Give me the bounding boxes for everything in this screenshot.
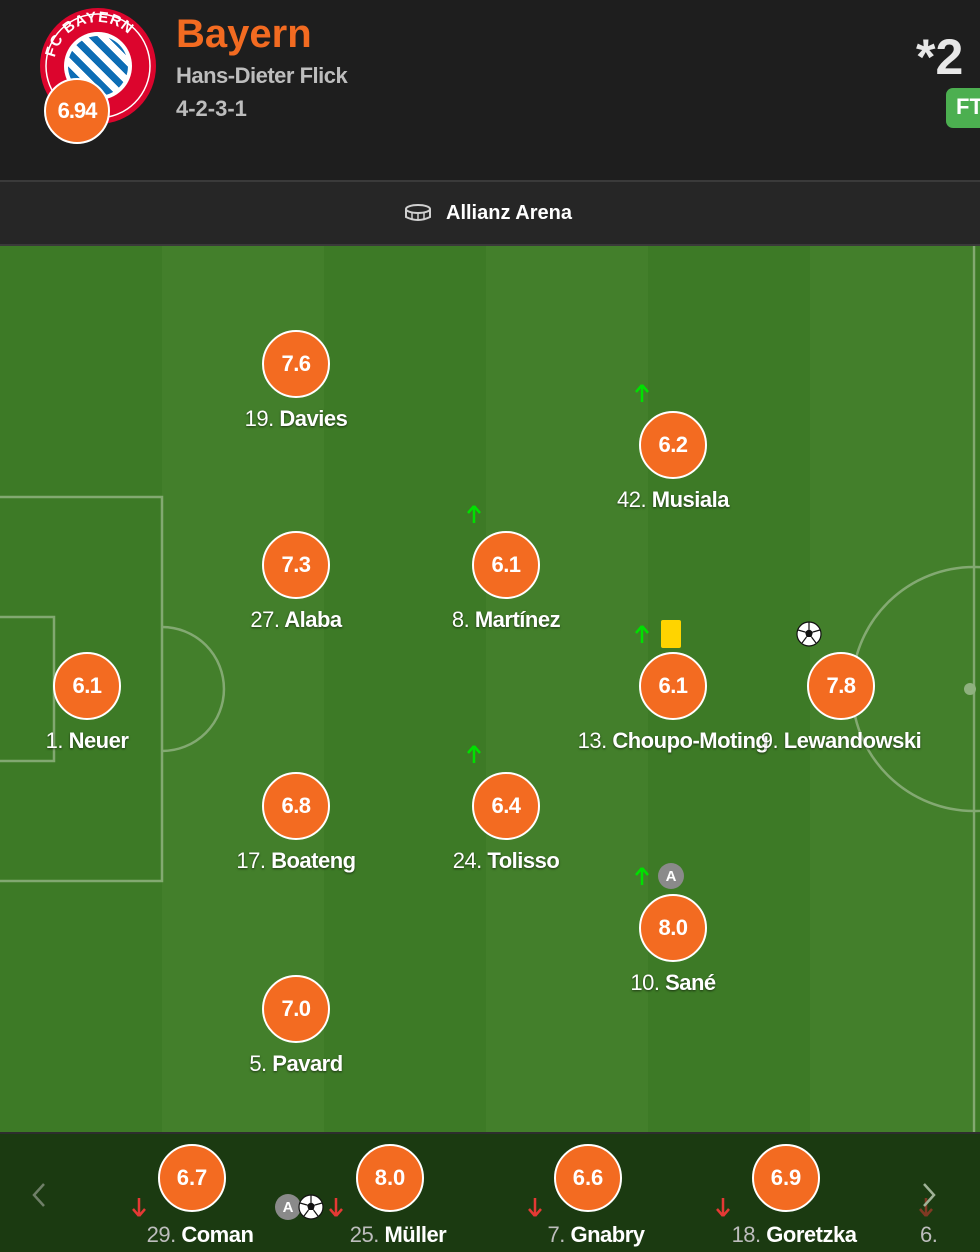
player-label: 29. Coman <box>146 1222 254 1247</box>
goal-ball-icon <box>796 621 822 647</box>
team-name[interactable]: Bayern <box>176 12 312 57</box>
sub-on-arrow-icon <box>132 1198 146 1217</box>
player-label: 7. Gnabry <box>547 1222 645 1247</box>
player-rating: 7.0 <box>262 975 330 1043</box>
player-label: 42. Musiala <box>617 487 729 512</box>
player-alaba[interactable]: 7.3 27. Alaba <box>196 531 396 641</box>
player-label: 9. Lewandowski <box>760 728 922 753</box>
score: *2 : <box>916 29 980 85</box>
player-rating: 8.0 <box>356 1144 424 1212</box>
player-martinez[interactable]: 6.1 8. Martínez <box>406 531 606 641</box>
sub-off-arrow-icon <box>635 625 649 643</box>
player-rating: 6.1 <box>639 652 707 720</box>
sub-off-arrow-icon <box>635 867 649 885</box>
chevron-right-icon[interactable] <box>916 1180 942 1210</box>
player-rating: 6.6 <box>554 1144 622 1212</box>
stadium-icon <box>405 204 431 221</box>
sub-muller[interactable]: 8.0 25. Müller <box>298 1134 498 1252</box>
player-label: 18. Goretzka <box>731 1222 857 1247</box>
team-average-rating: 6.94 <box>44 78 110 144</box>
player-rating: 7.6 <box>262 330 330 398</box>
player-rating: 6.1 <box>53 652 121 720</box>
player-rating: 6.8 <box>262 772 330 840</box>
coach-name[interactable]: Hans-Dieter Flick <box>176 63 348 89</box>
goal-ball-icon <box>298 1194 324 1220</box>
player-rating: 7.8 <box>807 652 875 720</box>
player-label: 27. Alaba <box>250 607 342 632</box>
player-rating: 8.0 <box>639 894 707 962</box>
player-sane[interactable]: 8.0 10. Sané <box>573 894 773 1004</box>
player-rating: 6.1 <box>472 531 540 599</box>
player-rating: 6.2 <box>639 411 707 479</box>
yellow-card-icon <box>661 620 681 648</box>
player-label: 17. Boateng <box>236 848 356 873</box>
sub-on-arrow-icon <box>329 1198 343 1217</box>
sub-off-arrow-icon <box>467 505 481 523</box>
venue-bar: Allianz Arena <box>0 180 980 246</box>
chevron-left-icon[interactable] <box>26 1180 52 1210</box>
pitch: 6.1 1. Neuer 7.6 19. Davies 7.3 27. Alab… <box>0 246 980 1132</box>
player-label: 5. Pavard <box>249 1051 343 1076</box>
player-label: 25. Müller <box>349 1222 447 1247</box>
team-header: FC BAYERN 6.94 Bayern Hans-Dieter Flick … <box>0 0 980 180</box>
sub-off-arrow-icon <box>467 745 481 763</box>
player-label: 24. Tolisso <box>452 848 560 873</box>
player-label: 1. Neuer <box>45 728 129 753</box>
formation: 4-2-3-1 <box>176 96 247 121</box>
player-rating: 6.4 <box>472 772 540 840</box>
sub-coman[interactable]: 6.7 29. Coman <box>100 1134 300 1252</box>
sub-on-arrow-icon <box>716 1198 730 1217</box>
player-boateng[interactable]: 6.8 17. Boateng <box>196 772 396 882</box>
sub-gnabry[interactable]: 6.6 7. Gnabry <box>496 1134 696 1252</box>
captain-badge-icon: A <box>658 863 684 889</box>
player-pavard[interactable]: 7.0 5. Pavard <box>196 975 396 1085</box>
player-label: 19. Davies <box>244 406 348 431</box>
player-neuer[interactable]: 6.1 1. Neuer <box>0 652 187 762</box>
player-rating: 6.7 <box>158 1144 226 1212</box>
sub-off-arrow-icon <box>635 384 649 402</box>
substitutes-bench: 6.7 29. Coman 8.0 25. Müller A 6.6 7. Gn… <box>0 1132 980 1252</box>
player-rating: 7.3 <box>262 531 330 599</box>
player-label: 8. Martínez <box>451 607 561 632</box>
player-rating: 6.9 <box>752 1144 820 1212</box>
match-status-badge: FT <box>946 88 980 128</box>
venue-name[interactable]: Allianz Arena <box>446 202 572 225</box>
sub-goretzka[interactable]: 6.9 18. Goretzka <box>694 1134 894 1252</box>
player-tolisso[interactable]: 6.4 24. Tolisso <box>406 772 606 882</box>
player-davies[interactable]: 7.6 19. Davies <box>196 330 396 440</box>
player-lewandowski[interactable]: 7.8 9. Lewandowski <box>741 652 941 762</box>
player-musiala[interactable]: 6.2 42. Musiala <box>573 411 773 521</box>
sub-on-arrow-icon <box>528 1198 542 1217</box>
player-label: 10. Sané <box>630 970 716 995</box>
player-label: 6. <box>920 1222 938 1247</box>
